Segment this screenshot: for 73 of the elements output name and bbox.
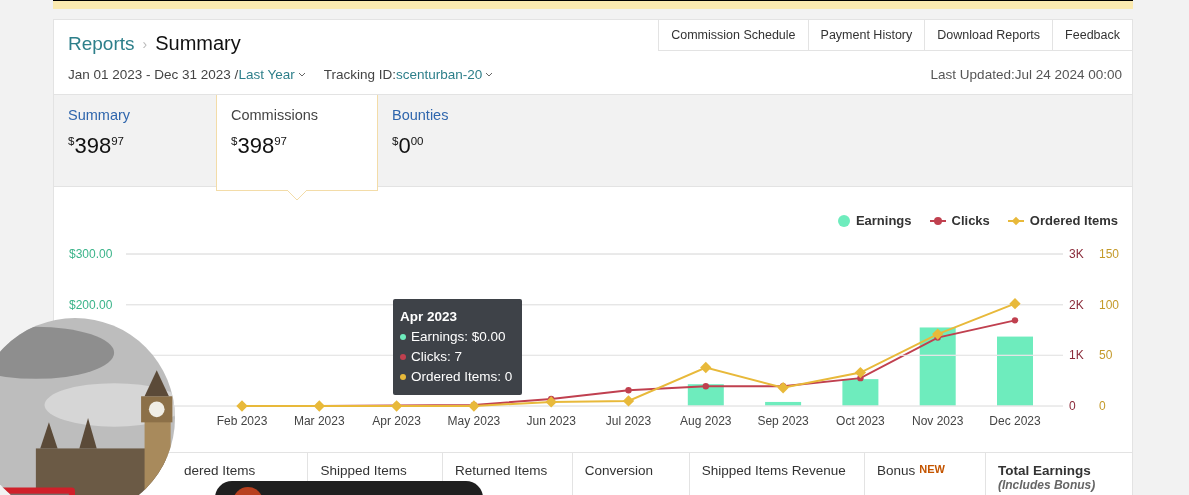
axis-label: Oct 2023 — [836, 414, 885, 428]
chevron-down-icon — [297, 71, 306, 78]
page-title: Summary — [155, 32, 241, 55]
last-updated: Last Updated:Jul 24 2024 00:00 — [930, 67, 1122, 82]
legend-diamond-icon — [1007, 215, 1024, 226]
round-point — [625, 387, 632, 394]
axis-label: Apr 2023 — [372, 414, 421, 428]
column-header: Shipped Items — [320, 463, 407, 478]
tab-label: Commissions — [231, 107, 319, 123]
tooltip-line: Ordered Items: 0 — [411, 368, 513, 386]
column-header: Conversion — [584, 463, 653, 478]
breadcrumb-separator: › — [142, 35, 148, 52]
legend-item[interactable]: Clicks — [929, 213, 990, 228]
diamond-point — [1009, 298, 1021, 310]
period-dropdown[interactable]: Last Year — [238, 67, 306, 82]
tooltip-line: Clicks: 7 — [411, 348, 462, 366]
legend-line-dot-icon — [929, 215, 946, 226]
diamond-point — [468, 400, 480, 412]
legend-item[interactable]: Ordered Items — [1007, 213, 1118, 228]
diamond-point — [622, 395, 635, 407]
axis-label: Feb 2023 — [216, 414, 268, 428]
nav-button[interactable]: Commission Schedule — [658, 20, 808, 51]
axis-label: Jun 2023 — [526, 414, 576, 428]
bar — [997, 336, 1033, 406]
column-header: Bonus — [876, 463, 916, 478]
legend-dot-icon — [837, 214, 850, 227]
axis-label: 0 — [1099, 399, 1106, 413]
tab-label: Summary — [68, 107, 132, 123]
axis-label: 150 — [1099, 247, 1120, 261]
tracking-label: Tracking ID: — [323, 67, 396, 82]
column-header: Total Earnings — [997, 463, 1091, 478]
axis-label: $200.00 — [69, 297, 113, 312]
axis-label: Mar 2023 — [293, 414, 345, 428]
tab-label: Bounties — [392, 107, 450, 123]
legend-item[interactable]: Earnings — [837, 213, 912, 228]
axis-label: 1K — [1069, 348, 1084, 363]
round-point — [1011, 317, 1019, 324]
axis-label: 0 — [1069, 399, 1076, 413]
axis-label: 3K — [1069, 247, 1084, 261]
diamond-point — [313, 400, 325, 412]
nav-button[interactable]: Feedback — [1052, 20, 1132, 51]
nav-button[interactable]: Payment History — [807, 20, 925, 51]
nav-button[interactable]: Download Reports — [924, 20, 1053, 51]
pointer-icon — [287, 190, 307, 200]
breadcrumb-link[interactable]: Reports — [68, 32, 135, 55]
diamond-point — [932, 328, 944, 340]
axis-label: May 2023 — [447, 414, 501, 428]
axis-label: Dec 2023 — [989, 414, 1041, 428]
axis-label: 50 — [1099, 348, 1113, 363]
bar — [765, 401, 802, 406]
tooltip-line: Earnings: $0.00 — [411, 328, 506, 346]
date-range: Jan 01 2023 - Dec 31 2023 / — [68, 67, 239, 82]
diamond-point — [777, 382, 789, 394]
axis-label: Aug 2023 — [680, 414, 732, 428]
column-header: dered Items — [184, 463, 256, 478]
chevron-down-icon — [485, 71, 494, 78]
axis-label: $300.00 — [69, 247, 113, 261]
axis-label: 100 — [1099, 297, 1120, 312]
axis-label: Nov 2023 — [912, 414, 964, 428]
diamond-point — [390, 400, 403, 412]
axis-label: Jul 2023 — [605, 414, 652, 428]
column-header: Shipped Items Revenue — [701, 463, 846, 478]
diamond-point — [236, 400, 248, 412]
axis-label: Sep 2023 — [757, 414, 809, 428]
column-note: (Includes Bonus) — [997, 478, 1097, 492]
tracking-id-dropdown[interactable]: scenturban-20 — [395, 67, 494, 82]
tooltip-title: Apr 2023 — [400, 308, 459, 326]
column-header: Returned Items — [454, 463, 548, 478]
diamond-point — [700, 361, 712, 374]
round-point — [702, 383, 709, 390]
axis-label: 2K — [1069, 297, 1084, 312]
new-label: NEW — [919, 463, 945, 475]
diamond-point — [545, 396, 557, 408]
